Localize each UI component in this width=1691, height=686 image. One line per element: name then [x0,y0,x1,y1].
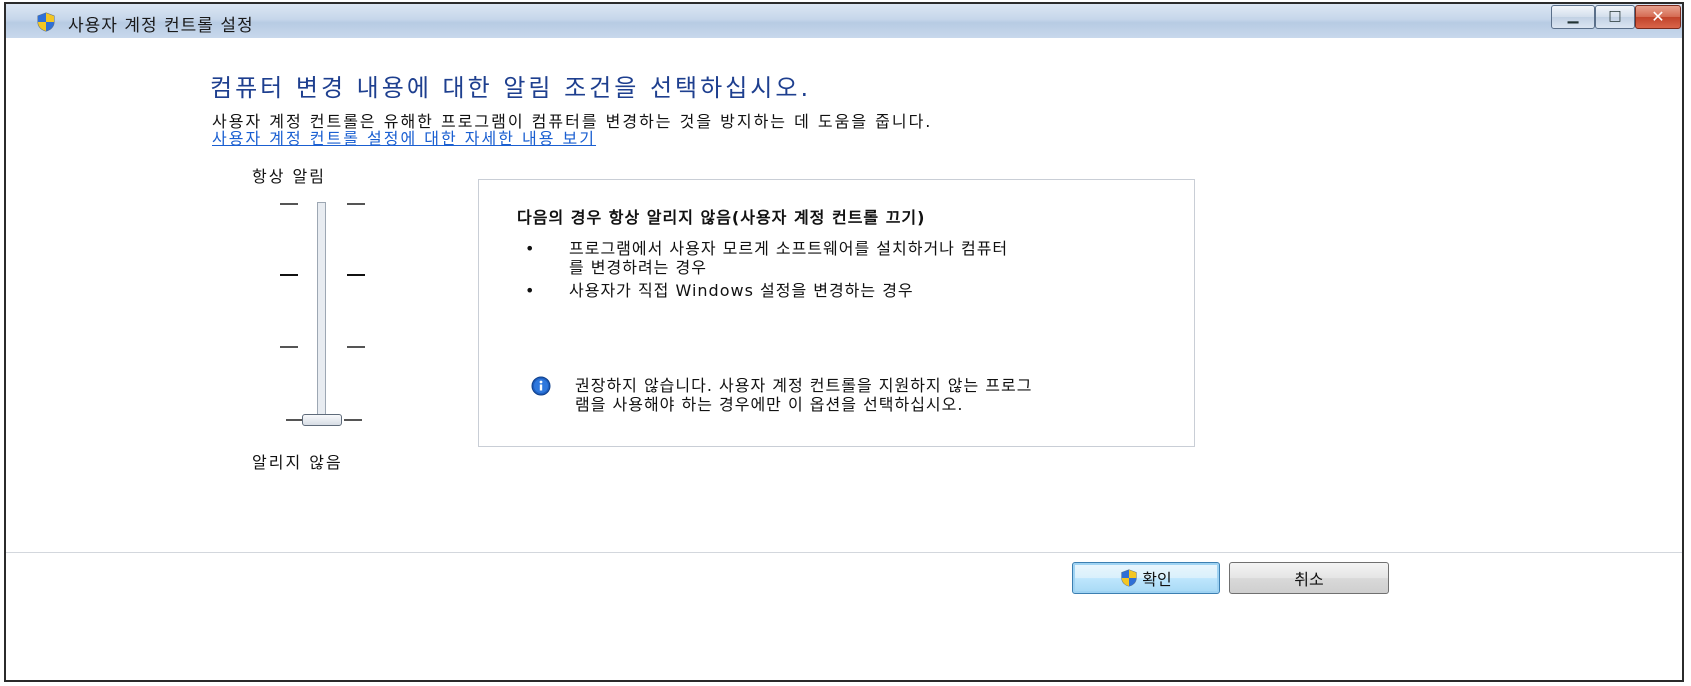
maximize-button[interactable]: □ [1595,5,1635,29]
slider-track[interactable] [317,202,326,422]
slider-tick-right [344,419,362,421]
close-button[interactable]: ✕ [1635,5,1681,29]
warning-note: 권장하지 않습니다. 사용자 계정 컨트롤을 지원하지 않는 프로그램을 사용해… [575,376,1033,414]
slider-bottom-label: 알리지 않음 [252,453,343,472]
slider-tick-right [347,274,365,276]
bullet-icon: • [525,281,535,300]
panel-title: 다음의 경우 항상 알리지 않음(사용자 계정 컨트롤 끄기) [517,208,926,227]
cancel-button-label: 취소 [1294,570,1324,589]
bullet-item: 프로그램에서 사용자 모르게 소프트웨어를 설치하거나 컴퓨터를 변경하려는 경… [569,239,1009,277]
setting-description-panel: 다음의 경우 항상 알리지 않음(사용자 계정 컨트롤 끄기) • 프로그램에서… [478,179,1195,447]
close-icon: ✕ [1651,7,1665,26]
info-icon [531,376,551,396]
ok-button-label: 확인 [1142,570,1172,589]
dialog-content: 컴퓨터 변경 내용에 대한 알림 조건을 선택하십시오. 사용자 계정 컨트롤은… [6,38,1682,680]
help-link[interactable]: 사용자 계정 컨트롤 설정에 대한 자세한 내용 보기 [212,125,596,149]
minimize-button[interactable]: ▁ [1551,5,1595,29]
footer-divider [6,552,1682,553]
maximize-icon: □ [1608,8,1622,24]
bullet-icon: • [525,239,535,258]
slider-tick-left [280,274,298,276]
title-bar[interactable]: 사용자 계정 컨트롤 설정 ▁ □ ✕ [6,4,1682,39]
slider-tick-left [280,203,298,205]
slider-top-label: 항상 알림 [252,167,326,186]
slider-tick-right [347,203,365,205]
bullet-item: 사용자가 직접 Windows 설정을 변경하는 경우 [569,281,914,300]
uac-settings-window: 사용자 계정 컨트롤 설정 ▁ □ ✕ 컴퓨터 변경 내용에 대한 알림 조건을… [4,2,1684,682]
cancel-button[interactable]: 취소 [1229,562,1389,594]
window-title: 사용자 계정 컨트롤 설정 [68,16,254,36]
page-heading: 컴퓨터 변경 내용에 대한 알림 조건을 선택하십시오. [210,74,812,102]
slider-tick-right [347,346,365,348]
minimize-icon: ▁ [1567,8,1579,24]
shield-icon [1121,569,1137,587]
ok-button[interactable]: 확인 [1072,562,1220,594]
slider-tick-left [280,346,298,348]
uac-shield-icon [37,12,55,32]
slider-thumb[interactable] [302,414,342,426]
